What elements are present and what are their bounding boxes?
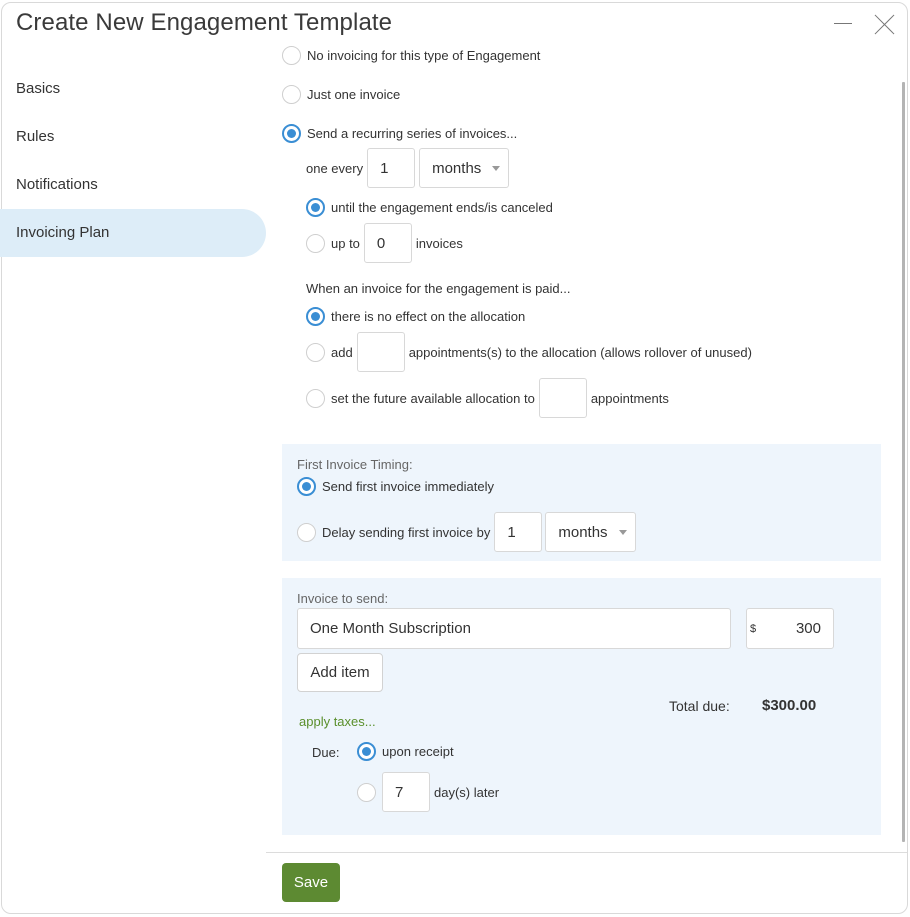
item-description-input[interactable]: One Month Subscription [297,608,731,649]
delay-unit-value: months [558,523,608,541]
sidebar-nav: Basics Rules Notifications Invoicing Pla… [0,65,266,257]
radio-upon-receipt[interactable] [357,742,376,761]
set-allocation-suffix: appointments [590,390,669,406]
radio-send-immediately[interactable] [297,477,316,496]
upto-option: up to 0 invoices [306,223,463,263]
add-allocation-suffix: appointments(s) to the allocation (allow… [408,344,752,360]
upto-suffix: invoices [415,235,463,251]
minimize-icon[interactable] [831,12,857,38]
total-due-value: $300.00 [762,697,817,714]
send-immediately-label: Send first invoice immediately [322,479,494,494]
add-allocation-prefix: add [331,344,353,360]
apply-taxes-link[interactable]: apply taxes... [299,714,376,729]
set-allocation-input[interactable] [538,378,587,418]
add-allocation-input[interactable] [356,332,405,372]
send-immediately-option[interactable]: Send first invoice immediately [297,477,494,496]
delay-value-input[interactable]: 1 [494,512,543,552]
until-ends-label: until the engagement ends/is canceled [331,200,553,215]
radio-set-allocation[interactable] [306,388,325,408]
no-effect-option[interactable]: there is no effect on the allocation [306,307,525,326]
due-label: Due: [312,745,340,760]
close-icon[interactable] [872,12,898,38]
invoice-to-send-heading: Invoice to send: [297,591,389,606]
footer-divider [266,852,907,853]
dialog-title: Create New Engagement Template [16,9,393,36]
option-recurring[interactable]: Send a recurring series of invoices... [282,124,517,143]
frequency-row: one every 1 months [306,148,510,188]
upto-prefix: up to [331,235,360,251]
content-scrollbar[interactable] [902,82,905,842]
radio-delay[interactable] [297,522,316,542]
frequency-prefix: one every [306,160,364,176]
delay-unit-select[interactable]: months [545,512,637,552]
delay-option: Delay sending first invoice by 1 months [297,512,637,552]
sidebar-item-notifications[interactable]: Notifications [0,161,266,209]
option-no-invoicing[interactable]: No invoicing for this type of Engagement [282,46,540,65]
radio-recurring[interactable] [282,124,301,143]
chevron-down-icon [619,530,628,535]
chevron-down-icon [492,166,501,171]
upto-count-input[interactable]: 0 [363,223,412,263]
radio-no-effect[interactable] [306,307,325,326]
option-recurring-label: Send a recurring series of invoices... [307,126,518,141]
option-no-invoicing-label: No invoicing for this type of Engagement [307,48,541,63]
add-item-button[interactable]: Add item [297,653,383,692]
option-one-invoice[interactable]: Just one invoice [282,85,400,104]
set-allocation-prefix: set the future available allocation to [331,390,535,406]
total-due-label: Total due: [669,698,730,714]
sidebar-item-invoicing-plan[interactable]: Invoicing Plan [0,209,266,257]
add-allocation-option: add appointments(s) to the allocation (a… [306,332,752,372]
radio-no-invoicing[interactable] [282,46,301,65]
radio-upto[interactable] [306,233,325,253]
days-later-input[interactable]: 7 [382,772,430,812]
delay-label: Delay sending first invoice by [322,524,491,540]
sidebar-item-basics[interactable]: Basics [0,65,266,113]
radio-days-later[interactable] [357,782,376,802]
frequency-unit-value: months [432,159,482,177]
sidebar-item-rules[interactable]: Rules [0,113,266,161]
item-amount-value: 300 [795,620,821,637]
item-amount-input[interactable]: $ 300 [746,608,834,649]
days-later-suffix: day(s) later [434,784,500,800]
upon-receipt-option[interactable]: upon receipt [357,742,454,761]
currency-symbol: $ [750,622,757,635]
frequency-value-input[interactable]: 1 [367,148,416,188]
radio-one-invoice[interactable] [282,85,301,104]
days-later-option: 7 day(s) later [357,772,499,812]
frequency-unit-select[interactable]: months [419,148,510,188]
no-effect-label: there is no effect on the allocation [331,309,526,324]
radio-add-allocation[interactable] [306,342,325,362]
radio-until-ends[interactable] [306,198,325,217]
first-invoice-heading: First Invoice Timing: [297,457,413,472]
set-allocation-option: set the future available allocation to a… [306,378,669,418]
save-button[interactable]: Save [282,863,340,902]
option-one-invoice-label: Just one invoice [307,87,401,102]
paid-heading: When an invoice for the engagement is pa… [306,281,571,296]
upon-receipt-label: upon receipt [382,744,454,759]
until-ends-option[interactable]: until the engagement ends/is canceled [306,198,553,217]
